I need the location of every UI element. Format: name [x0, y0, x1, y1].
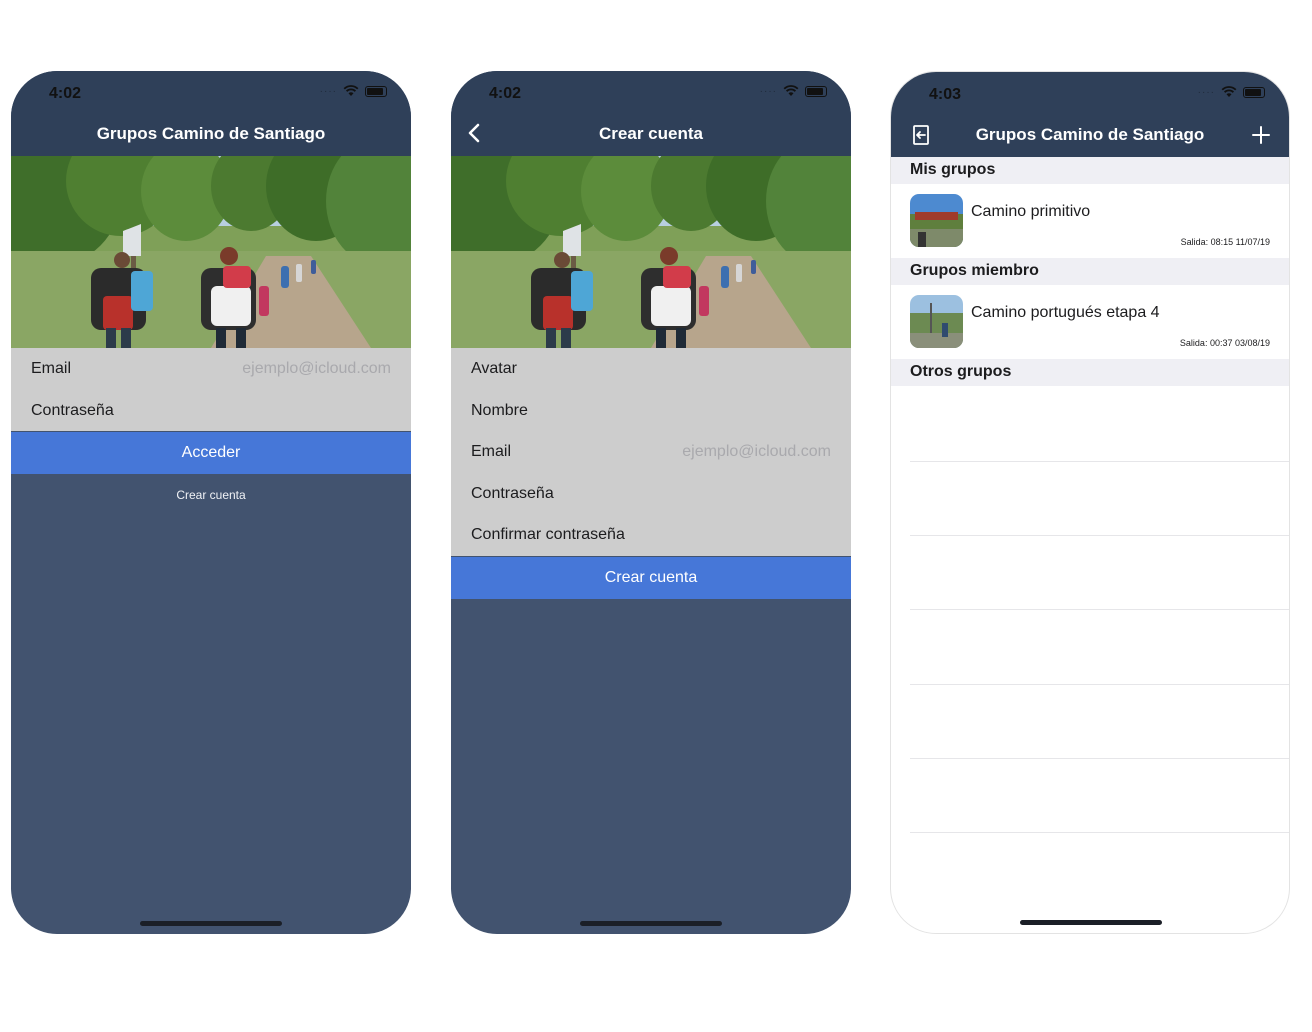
group-thumbnail [910, 194, 963, 247]
status-icons: ···· [760, 85, 827, 97]
home-indicator [140, 921, 282, 926]
status-icons: ···· [1198, 86, 1265, 98]
nav-title: Grupos Camino de Santiago [96, 124, 326, 143]
phone-groups-screen: 4:03 ···· Grupos Camino de Santiago Mis … [890, 71, 1290, 934]
wifi-icon [343, 85, 359, 97]
avatar-field[interactable]: Avatar [451, 348, 851, 390]
list-separator [910, 461, 1289, 462]
password-label: Contraseña [31, 401, 114, 419]
create-account-link[interactable]: Crear cuenta [11, 488, 411, 502]
email-label: Email [471, 443, 512, 460]
status-time: 4:02 [489, 85, 522, 102]
wifi-icon [1221, 86, 1237, 98]
signal-icon: ···· [319, 85, 337, 97]
group-row[interactable]: Camino primitivo Salida: 08:15 11/07/19 [891, 184, 1289, 258]
home-indicator [1020, 920, 1162, 925]
email-field[interactable]: Email ejemplo@icloud.com [11, 348, 411, 390]
battery-icon [365, 85, 387, 97]
group-departure: Salida: 00:37 03/08/19 [1179, 338, 1270, 348]
plus-icon[interactable] [1249, 123, 1273, 147]
group-name: Camino primitivo [971, 203, 1091, 220]
phone-login-screen: 4:02 ···· Grupos Camino de Santiago Emai… [11, 71, 411, 934]
login-form: Email ejemplo@icloud.com Contraseña [11, 348, 411, 431]
navigation-bar: 4:02 ···· Crear cuenta [451, 71, 851, 156]
navigation-bar: 4:02 ···· Grupos Camino de Santiago [11, 71, 411, 156]
hero-photo [451, 156, 851, 348]
avatar-label: Avatar [471, 360, 517, 377]
email-placeholder: ejemplo@icloud.com [242, 360, 391, 377]
list-separator [910, 832, 1289, 833]
section-header-grupos-miembro: Grupos miembro [891, 258, 1289, 285]
name-field[interactable]: Nombre [451, 390, 851, 432]
nav-title: Grupos Camino de Santiago [975, 125, 1205, 144]
wifi-icon [783, 85, 799, 97]
confirm-password-field[interactable]: Confirmar contraseña [451, 514, 851, 556]
login-button[interactable]: Acceder [11, 432, 411, 474]
section-header-mis-grupos: Mis grupos [891, 157, 1289, 184]
home-indicator [580, 921, 722, 926]
nav-title: Crear cuenta [599, 124, 703, 143]
group-name: Camino portugués etapa 4 [971, 304, 1160, 321]
email-placeholder: ejemplo@icloud.com [682, 443, 831, 460]
battery-icon [1243, 86, 1265, 98]
signup-form: Avatar Nombre Email ejemplo@icloud.com C… [451, 348, 851, 556]
hero-photo [11, 156, 411, 348]
signal-icon: ···· [759, 85, 777, 97]
battery-icon [805, 85, 827, 97]
email-label: Email [31, 360, 72, 377]
group-departure: Salida: 08:15 11/07/19 [1180, 237, 1270, 247]
confirm-password-label: Confirmar contraseña [471, 526, 625, 543]
status-icons: ···· [320, 85, 387, 97]
password-field[interactable]: Contraseña [451, 473, 851, 515]
status-time: 4:02 [49, 85, 82, 102]
list-separator [910, 684, 1289, 685]
list-separator [910, 609, 1289, 610]
group-row[interactable]: Camino portugués etapa 4 Salida: 00:37 0… [891, 285, 1289, 359]
password-field[interactable]: Contraseña [11, 390, 411, 432]
phone-create-account-screen: 4:02 ···· Crear cuenta Avatar Nombre Ema… [451, 71, 851, 934]
section-title: Otros grupos [910, 363, 1012, 380]
password-label: Contraseña [471, 484, 554, 502]
list-separator [910, 535, 1289, 536]
navigation-bar: 4:03 ···· Grupos Camino de Santiago [891, 72, 1289, 157]
create-account-button[interactable]: Crear cuenta [451, 557, 851, 599]
group-thumbnail [910, 295, 963, 348]
status-time: 4:03 [929, 86, 962, 103]
name-label: Nombre [471, 401, 528, 419]
signal-icon: ···· [1197, 86, 1215, 98]
list-separator [910, 758, 1289, 759]
email-field[interactable]: Email ejemplo@icloud.com [451, 431, 851, 473]
section-title: Mis grupos [910, 161, 996, 178]
section-title: Grupos miembro [910, 262, 1039, 279]
section-header-otros-grupos: Otros grupos [891, 359, 1289, 386]
